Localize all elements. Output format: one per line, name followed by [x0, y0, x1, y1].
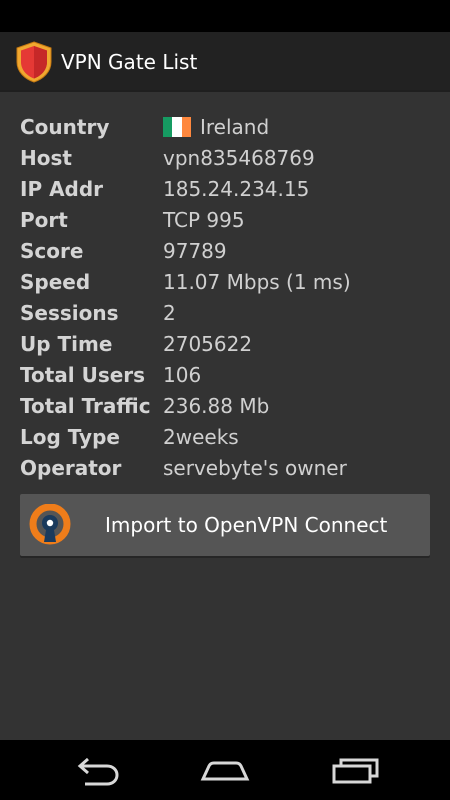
ireland-flag-icon: [163, 117, 191, 137]
detail-value: 236.88 Mb: [163, 394, 270, 418]
detail-label: Score: [20, 239, 84, 263]
detail-row-total-users: Total Users 106: [20, 360, 440, 390]
detail-row-ip-addr: IP Addr 185.24.234.15: [20, 174, 440, 204]
detail-label: Up Time: [20, 332, 113, 356]
openvpn-icon: [29, 504, 71, 545]
server-details: Country Ireland Host vpn835468769 IP Add…: [0, 92, 450, 740]
detail-row-score: Score 97789: [20, 236, 440, 266]
detail-value: TCP 995: [163, 208, 245, 232]
detail-label: Country: [20, 115, 110, 139]
detail-value: vpn835468769: [163, 146, 315, 170]
detail-label: Total Users: [20, 363, 146, 387]
detail-label: Host: [20, 146, 72, 170]
action-bar: VPN Gate List: [0, 32, 450, 92]
detail-value: Ireland: [200, 115, 270, 139]
detail-row-port: Port TCP 995: [20, 205, 440, 235]
back-icon[interactable]: [67, 752, 127, 788]
shield-icon[interactable]: [14, 40, 54, 84]
detail-value: 2: [163, 301, 176, 325]
detail-label: Speed: [20, 270, 91, 294]
detail-row-country: Country Ireland: [20, 112, 440, 142]
home-icon[interactable]: [195, 752, 255, 788]
recents-icon[interactable]: [326, 752, 386, 788]
detail-label: Operator: [20, 456, 122, 480]
detail-label: Log Type: [20, 425, 120, 449]
detail-label: Port: [20, 208, 68, 232]
detail-row-up-time: Up Time 2705622: [20, 329, 440, 359]
detail-row-speed: Speed 11.07 Mbps (1 ms): [20, 267, 440, 297]
app-title: VPN Gate List: [61, 50, 198, 74]
detail-row-log-type: Log Type 2weeks: [20, 422, 440, 452]
detail-value: 97789: [163, 239, 227, 263]
import-button-label: Import to OpenVPN Connect: [105, 513, 388, 537]
detail-label: Total Traffic: [20, 394, 151, 418]
navigation-bar: [0, 740, 450, 800]
detail-value: 2weeks: [163, 425, 239, 449]
status-bar: [0, 0, 450, 32]
detail-row-sessions: Sessions 2: [20, 298, 440, 328]
import-openvpn-button[interactable]: Import to OpenVPN Connect: [20, 494, 430, 556]
detail-row-operator: Operator servebyte's owner: [20, 453, 440, 483]
detail-value: 185.24.234.15: [163, 177, 310, 201]
detail-row-host: Host vpn835468769: [20, 143, 440, 173]
detail-row-total-traffic: Total Traffic 236.88 Mb: [20, 391, 440, 421]
detail-value: 2705622: [163, 332, 253, 356]
detail-value: servebyte's owner: [163, 456, 347, 480]
detail-value: 11.07 Mbps (1 ms): [163, 270, 351, 294]
detail-label: Sessions: [20, 301, 119, 325]
detail-value: 106: [163, 363, 202, 387]
detail-label: IP Addr: [20, 177, 104, 201]
